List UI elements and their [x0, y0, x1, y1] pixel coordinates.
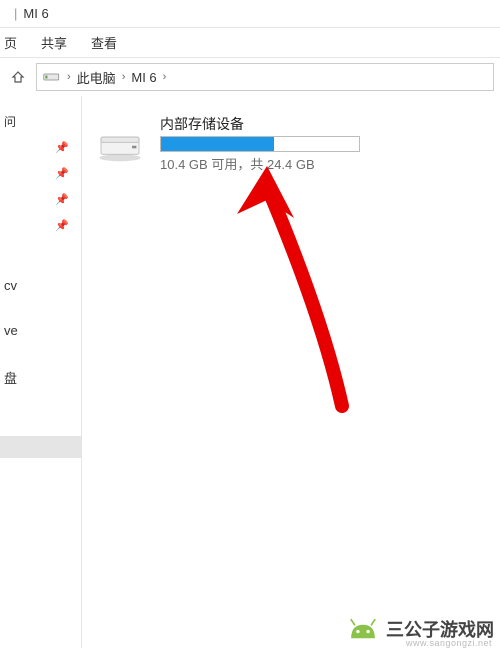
- nav-pinned-row[interactable]: 📌: [0, 212, 81, 238]
- pin-icon: 📌: [55, 193, 69, 206]
- chevron-right-icon: ›: [122, 71, 126, 83]
- nav-item[interactable]: 盘: [4, 368, 81, 387]
- annotation-arrow-icon: [222, 166, 402, 426]
- nav-pinned-row[interactable]: 📌: [0, 134, 81, 160]
- content-row: 问 📌 📌 📌 📌 cv ve 盘 内部存储设备: [0, 96, 500, 648]
- nav-up-button[interactable]: [6, 65, 30, 89]
- window-title-bar: | MI 6: [0, 0, 500, 28]
- storage-label: 内部存储设备: [160, 114, 360, 134]
- breadcrumb-this-pc[interactable]: 此电脑: [77, 68, 116, 87]
- address-box[interactable]: › 此电脑 › MI 6 ›: [36, 63, 494, 91]
- ribbon-tabs: 页 共享 查看: [0, 28, 500, 58]
- nav-item-label: 问: [4, 113, 16, 130]
- chevron-right-icon: ›: [163, 71, 167, 83]
- window-title: MI 6: [23, 6, 48, 21]
- device-icon: [43, 70, 61, 84]
- drive-icon: [94, 125, 146, 163]
- tab-view[interactable]: 查看: [91, 33, 117, 52]
- storage-free: 10.4 GB: [160, 157, 208, 172]
- pin-icon: 📌: [55, 219, 69, 232]
- nav-item[interactable]: 问: [0, 108, 81, 134]
- nav-item[interactable]: ve: [4, 323, 81, 338]
- pin-icon: 📌: [55, 141, 69, 154]
- pin-icon: 📌: [55, 167, 69, 180]
- storage-progress-bar: [160, 136, 360, 152]
- breadcrumb-device[interactable]: MI 6: [131, 70, 156, 85]
- storage-free-word: 可用，共: [211, 157, 263, 172]
- nav-selection-highlight: [0, 436, 82, 458]
- main-pane: 内部存储设备 10.4 GB 可用，共 24.4 GB: [82, 96, 500, 648]
- nav-pinned-row[interactable]: 📌: [0, 186, 81, 212]
- title-separator: |: [14, 6, 17, 21]
- storage-progress-fill: [161, 137, 274, 151]
- watermark-url: www.sangongzi.net: [406, 638, 492, 648]
- address-bar: › 此电脑 › MI 6 ›: [0, 58, 500, 96]
- storage-total: 24.4 GB: [267, 157, 315, 172]
- chevron-right-icon: ›: [67, 71, 71, 83]
- storage-info: 内部存储设备 10.4 GB 可用，共 24.4 GB: [160, 114, 360, 173]
- tab-share[interactable]: 共享: [41, 33, 67, 52]
- nav-pinned-row[interactable]: 📌: [0, 160, 81, 186]
- storage-detail-text: 10.4 GB 可用，共 24.4 GB: [160, 154, 360, 173]
- android-icon: [346, 618, 380, 640]
- tab-home[interactable]: 页: [4, 33, 17, 52]
- nav-item[interactable]: cv: [4, 278, 81, 293]
- arrow-up-icon: [10, 69, 26, 85]
- navigation-pane: 问 📌 📌 📌 📌 cv ve 盘: [0, 96, 82, 648]
- storage-device-item[interactable]: 内部存储设备 10.4 GB 可用，共 24.4 GB: [94, 114, 488, 173]
